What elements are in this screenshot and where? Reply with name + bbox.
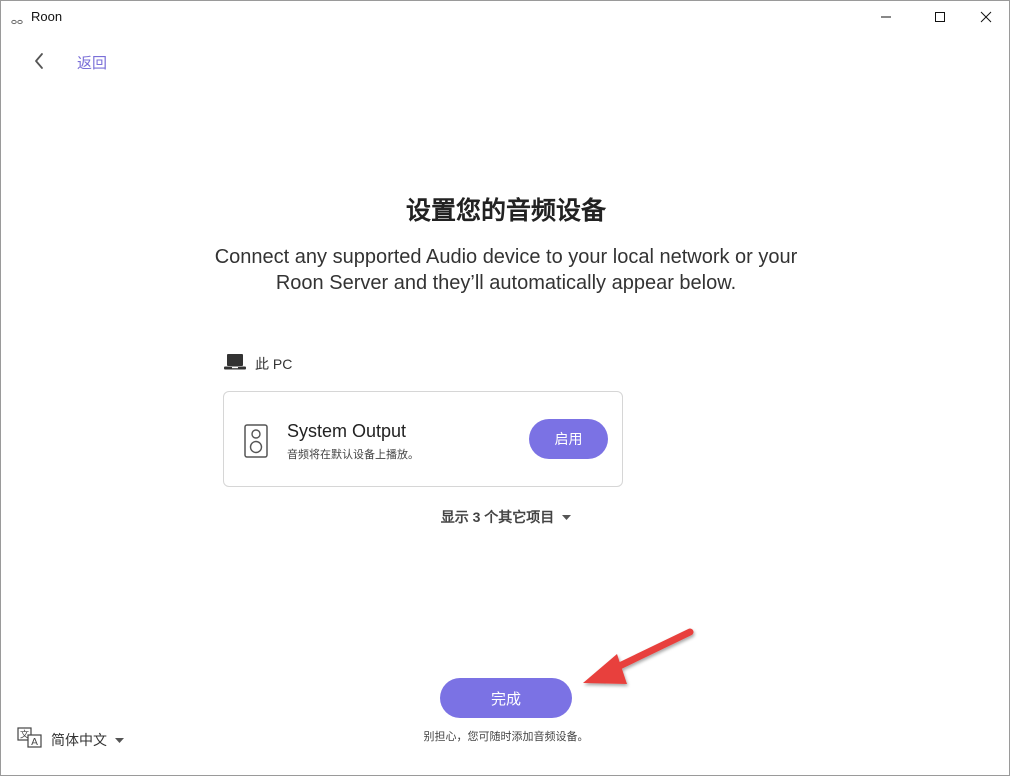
caret-down-icon	[115, 731, 124, 749]
laptop-icon	[223, 352, 247, 377]
device-name: System Output	[287, 421, 407, 441]
chevron-left-icon	[29, 49, 49, 73]
speaker-icon	[244, 424, 268, 463]
translate-icon: 文 A	[17, 726, 43, 754]
show-more-button[interactable]: 显示 3 个其它项目	[1, 507, 1010, 527]
section-this-pc: 此 PC	[223, 353, 292, 375]
footer-note: 别担心，您可随时添加音频设备。	[423, 731, 589, 743]
finish-button[interactable]: 完成	[440, 678, 572, 718]
back-label: 返回	[77, 55, 108, 72]
page-subtitle: Connect any supported Audio device to yo…	[214, 246, 798, 294]
language-selector[interactable]: 文 A 简体中文	[17, 726, 124, 754]
device-description: 音频将在默认设备上播放。	[287, 449, 419, 461]
maximize-button[interactable]	[917, 1, 963, 32]
window-title: Roon	[31, 9, 63, 24]
language-label: 简体中文	[51, 732, 107, 748]
device-card: System Output 音频将在默认设备上播放。 启用	[223, 391, 623, 487]
minimize-icon	[881, 16, 891, 17]
app-window: Roon 返回 设置您的音频设备 Connect any supported A…	[0, 0, 1010, 776]
annotation-arrow	[583, 628, 694, 684]
svg-text:A: A	[31, 737, 38, 748]
minimize-button[interactable]	[863, 1, 909, 32]
back-button[interactable]: 返回	[29, 47, 107, 75]
close-button[interactable]	[963, 1, 1009, 32]
maximize-icon	[935, 11, 945, 22]
close-icon	[980, 11, 992, 22]
section-label: 此 PC	[255, 356, 293, 372]
page-title: 设置您的音频设备	[405, 196, 606, 225]
show-more-label: 显示 3 个其它项目	[440, 509, 555, 525]
title-bar: Roon	[1, 1, 1009, 32]
roon-logo-icon	[11, 13, 23, 25]
caret-down-icon	[562, 508, 572, 526]
enable-button[interactable]: 启用	[529, 419, 608, 459]
